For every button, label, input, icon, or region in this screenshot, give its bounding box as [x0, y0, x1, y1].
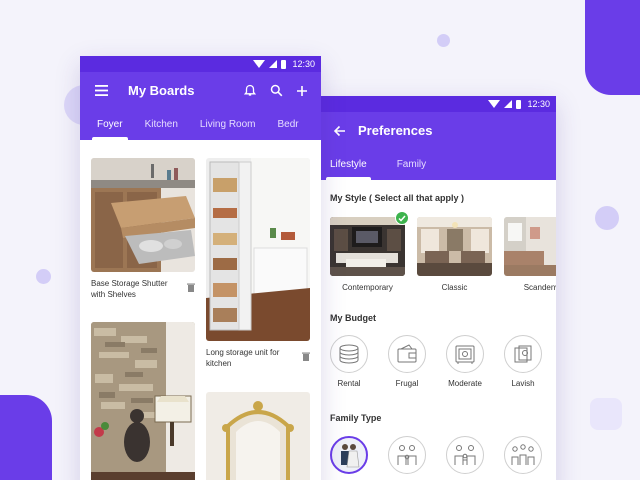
status-bar: 12:30 — [320, 96, 556, 112]
board-image — [206, 392, 310, 480]
tab-bedroom[interactable]: Bedr — [267, 109, 310, 140]
page-title: Preferences — [358, 123, 433, 138]
boards-tabs: Foyer Kitchen Living Room Bedr — [80, 109, 321, 140]
boards-grid: Base Storage Shutter with Shelves Long s… — [80, 140, 321, 480]
search-icon[interactable] — [267, 82, 285, 100]
plus-icon[interactable] — [293, 82, 311, 100]
budget-label: Moderate — [448, 379, 482, 388]
style-image — [330, 217, 405, 276]
background-shape-bottom-left — [0, 395, 52, 480]
budget-option-lavish[interactable]: Lavish — [504, 335, 542, 388]
family-option-family-with-kids[interactable] — [446, 436, 484, 474]
budget-label: Lavish — [511, 379, 535, 388]
style-image — [417, 217, 492, 276]
board-card[interactable]: Long storage unit for kitchen — [206, 158, 310, 369]
style-option-classic[interactable]: Classic — [417, 217, 492, 292]
style-label: Scandenv — [523, 283, 556, 292]
tab-living-room[interactable]: Living Room — [189, 109, 267, 140]
board-caption: Long storage unit for kitchen — [206, 348, 280, 368]
family-options — [330, 436, 542, 474]
boards-phone: 12:30 My Boards Foyer Kitchen Living Roo… — [80, 56, 321, 480]
preferences-phone: 12:30 Preferences Lifestyle Family My St… — [320, 96, 556, 480]
board-card[interactable] — [91, 322, 195, 480]
family-section-title: Family Type — [330, 413, 382, 423]
tab-foyer[interactable]: Foyer — [86, 109, 134, 140]
style-image — [504, 217, 556, 276]
joint-family-icon — [504, 436, 542, 474]
hamburger-icon[interactable] — [92, 82, 110, 100]
tab-kitchen[interactable]: Kitchen — [134, 109, 189, 140]
wifi-icon — [253, 60, 266, 68]
boards-app-bar: My Boards — [80, 72, 321, 109]
status-bar: 12:30 — [80, 56, 321, 72]
tab-family[interactable]: Family — [377, 149, 446, 180]
budget-label: Rental — [337, 379, 361, 388]
background-shape-top-right — [585, 0, 640, 95]
budget-option-rental[interactable]: Rental — [330, 335, 368, 388]
battery-icon — [516, 99, 522, 109]
style-label: Contemporary — [342, 283, 393, 292]
board-card[interactable] — [206, 392, 310, 480]
budget-option-moderate[interactable]: Moderate — [446, 335, 484, 388]
board-meta: Base Storage Shutter with Shelves — [91, 278, 195, 300]
trash-icon[interactable] — [187, 279, 195, 292]
signal-icon — [269, 60, 278, 68]
background-dot — [437, 34, 450, 47]
arrow-left-icon[interactable] — [330, 122, 348, 140]
budget-section-title: My Budget — [330, 313, 376, 323]
background-dot — [36, 269, 51, 284]
safe-icon — [446, 335, 484, 373]
board-card[interactable]: Base Storage Shutter with Shelves — [91, 158, 195, 300]
budget-label: Frugal — [395, 379, 419, 388]
board-image — [91, 322, 195, 480]
wallet-icon — [388, 335, 426, 373]
family-kids-icon — [446, 436, 484, 474]
budget-options: Rental Frugal Moderate Lavish — [330, 335, 542, 388]
tab-lifestyle[interactable]: Lifestyle — [320, 149, 377, 180]
family-option-couple[interactable] — [330, 436, 368, 474]
battery-icon — [281, 59, 287, 69]
preferences-app-bar: Preferences — [320, 112, 556, 149]
family-option-small-family[interactable] — [388, 436, 426, 474]
board-caption: Base Storage Shutter with Shelves — [91, 279, 168, 299]
status-time: 12:30 — [527, 99, 550, 109]
status-time: 12:30 — [292, 59, 315, 69]
check-icon — [395, 211, 409, 225]
style-options: Contemporary Classic Scandenv — [330, 211, 556, 292]
board-meta: Long storage unit for kitchen — [206, 347, 310, 369]
wifi-icon — [488, 100, 501, 108]
style-option-contemporary[interactable]: Contemporary — [330, 211, 409, 292]
signal-icon — [504, 100, 513, 108]
style-label: Classic — [441, 283, 468, 292]
style-option-scandinavian[interactable]: Scandenv — [504, 217, 556, 292]
board-image — [206, 158, 310, 341]
family-option-joint-family[interactable] — [504, 436, 542, 474]
trash-icon[interactable] — [302, 348, 310, 361]
family-icon — [388, 436, 426, 474]
bell-icon[interactable] — [241, 82, 259, 100]
page-title: My Boards — [128, 83, 195, 98]
money-stack-icon — [504, 335, 542, 373]
couple-icon — [330, 436, 368, 474]
background-square — [590, 398, 622, 430]
budget-option-frugal[interactable]: Frugal — [388, 335, 426, 388]
coins-icon — [330, 335, 368, 373]
style-section-title: My Style ( Select all that apply ) — [330, 193, 465, 203]
board-image — [91, 158, 195, 272]
background-dot — [595, 206, 619, 230]
preferences-tabs: Lifestyle Family — [320, 149, 556, 180]
